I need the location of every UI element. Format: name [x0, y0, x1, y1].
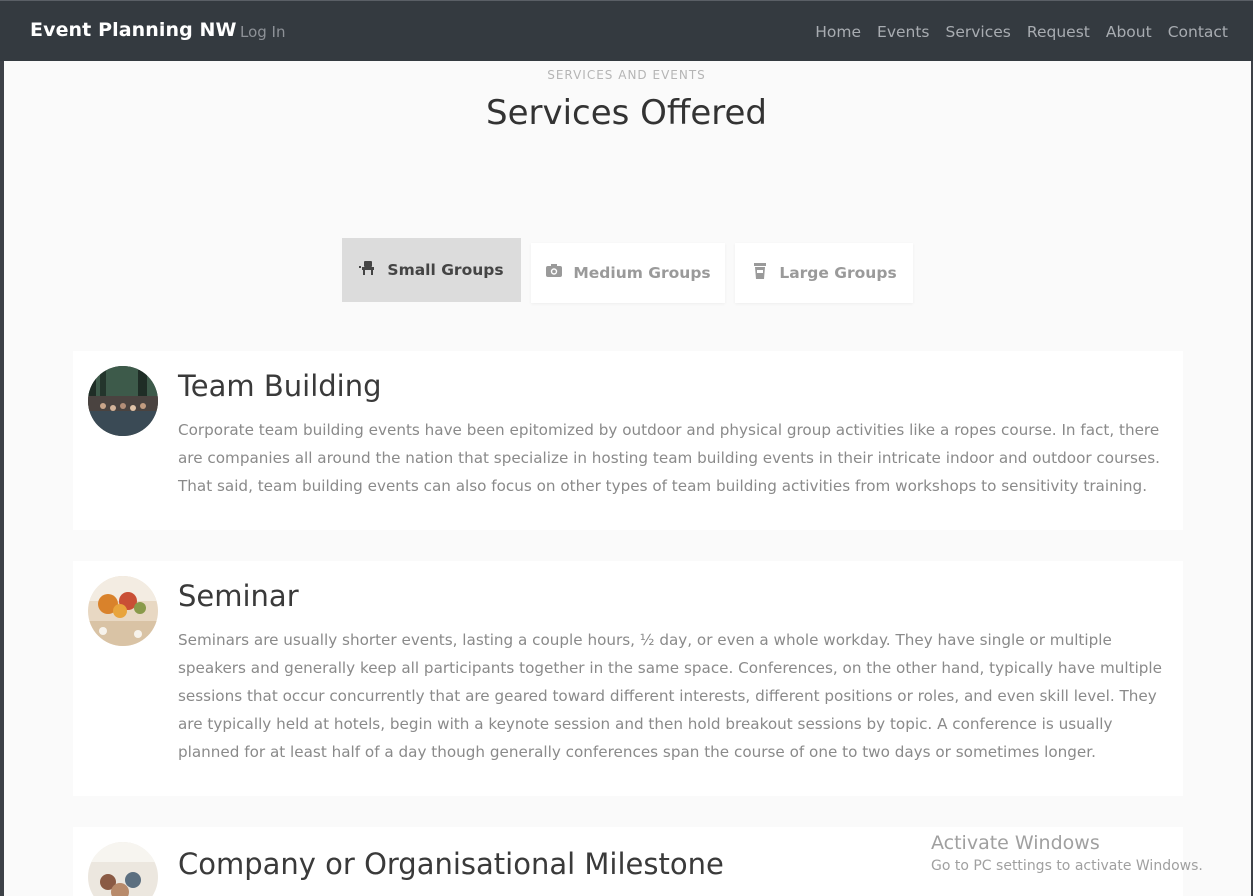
service-title: Company or Organisational Milestone — [178, 847, 724, 881]
login-link[interactable]: Log In — [240, 23, 286, 41]
chair-icon — [359, 259, 377, 281]
service-card-seminar: Seminar Seminars are usually shorter eve… — [73, 561, 1183, 796]
nav-link-request[interactable]: Request — [1027, 23, 1090, 41]
tab-large-groups[interactable]: Large Groups — [735, 243, 913, 303]
service-description: Corporate team building events have been… — [178, 421, 1160, 495]
team-building-thumbnail — [88, 366, 158, 436]
section-subheading: Services and Events — [547, 68, 706, 82]
nav-link-contact[interactable]: Contact — [1168, 23, 1228, 41]
tab-label: Medium Groups — [573, 264, 711, 282]
nav-link-home[interactable]: Home — [815, 23, 861, 41]
service-description: Seminars are usually shorter events, las… — [178, 631, 1162, 761]
nav-links: Home Events Services Request About Conta… — [815, 23, 1228, 41]
tab-label: Large Groups — [779, 264, 897, 282]
watermark-title: Activate Windows — [931, 832, 1100, 854]
seminar-thumbnail — [88, 576, 158, 646]
watermark-subtitle: Go to PC settings to activate Windows. — [931, 858, 1203, 874]
service-card-team-building: Team Building Corporate team building ev… — [73, 351, 1183, 530]
nav-link-events[interactable]: Events — [877, 23, 929, 41]
trash-icon — [751, 262, 769, 284]
page-title: Services Offered — [485, 93, 767, 133]
camera-icon — [545, 262, 563, 284]
service-title: Team Building — [178, 369, 382, 403]
nav-link-about[interactable]: About — [1106, 23, 1152, 41]
activate-windows-watermark: Activate Windows Go to PC settings to ac… — [931, 832, 1203, 874]
milestone-thumbnail — [88, 842, 158, 896]
top-navbar: Event Planning NW Log In Home Events Ser… — [0, 0, 1253, 61]
service-title: Seminar — [178, 579, 299, 613]
window-left-border — [0, 0, 4, 896]
brand-logo-text[interactable]: Event Planning NW — [30, 19, 237, 41]
nav-link-services[interactable]: Services — [946, 23, 1011, 41]
tab-medium-groups[interactable]: Medium Groups — [531, 243, 725, 303]
tab-small-groups[interactable]: Small Groups — [342, 238, 521, 302]
tab-label: Small Groups — [387, 261, 504, 279]
